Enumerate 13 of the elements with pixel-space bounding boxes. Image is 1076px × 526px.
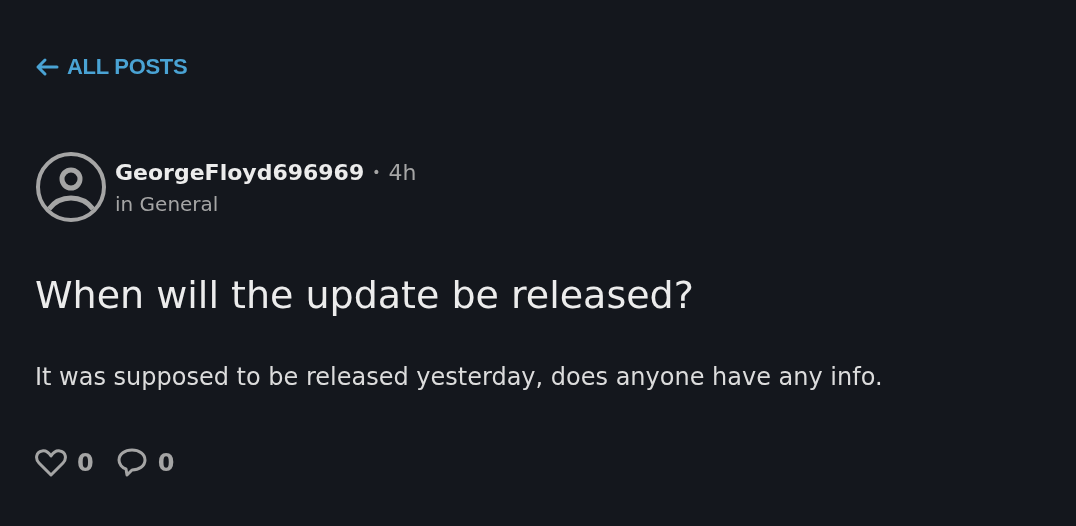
post-title: When will the update be released?: [35, 273, 694, 319]
back-arrow-icon: [35, 56, 59, 77]
post-body: It was supposed to be released yesterday, does anyone have any info.: [35, 361, 883, 393]
all-posts-link[interactable]: ALL POSTS: [35, 50, 188, 83]
heart-icon: [35, 447, 67, 478]
post-age: 4h: [388, 158, 417, 187]
avatar-icon: [35, 151, 107, 223]
speech-bubble-icon: [115, 446, 148, 479]
author-name[interactable]: GeorgeFloyd696969: [115, 155, 365, 189]
comment-button[interactable]: 0: [115, 444, 175, 481]
post-category: in General: [115, 190, 220, 218]
like-button[interactable]: 0: [35, 444, 94, 481]
separator-dot: •: [372, 162, 381, 182]
